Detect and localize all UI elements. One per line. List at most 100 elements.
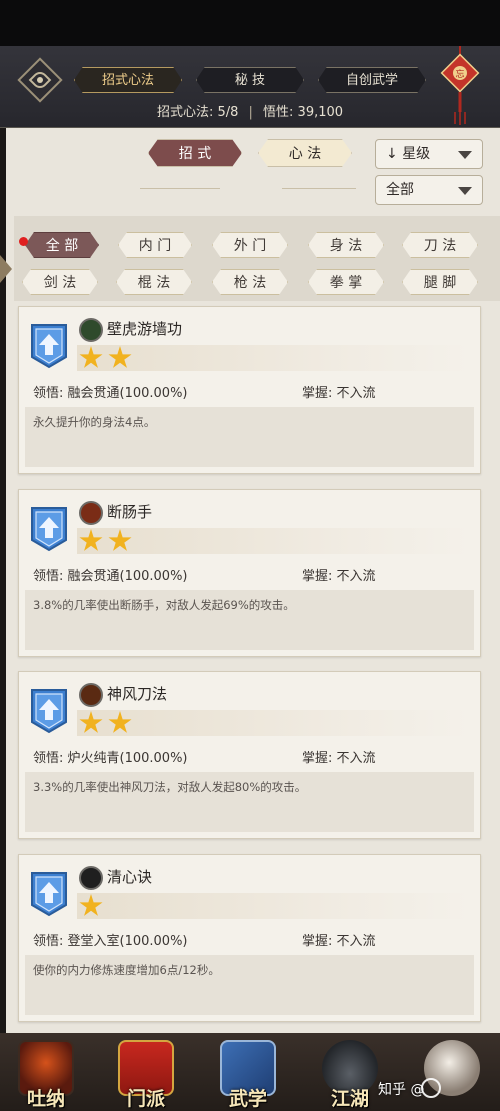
- nav-label: 武学: [228, 1088, 267, 1110]
- blade-skill-icon: [79, 683, 103, 707]
- skill-description: 3.8%的几率使出断肠手，对敌人发起69%的攻击。: [33, 598, 295, 612]
- notification-dot: [19, 237, 28, 246]
- yin-yang-icon: [79, 866, 103, 890]
- comprehension-label: 领悟: 融会贯通(100.00%): [33, 569, 188, 584]
- filter-chip-label: 内 门: [138, 238, 172, 254]
- filter-chip-leg[interactable]: 腿 脚: [402, 269, 478, 295]
- star-rating: [77, 345, 471, 371]
- sort-arrow-icon: ↓: [386, 146, 398, 162]
- comprehension-label: 领悟: 融会贯通(100.00%): [33, 386, 188, 401]
- filter-chip-label: 腿 脚: [423, 275, 457, 291]
- skill-description: 使你的内力修炼速度增加6点/12秒。: [33, 963, 220, 977]
- nav-breathe[interactable]: 吐纳: [6, 1034, 86, 1111]
- filter-chip-label: 身 法: [329, 238, 363, 254]
- filter-chip-blade[interactable]: 刀 法: [402, 232, 478, 258]
- upgrade-badge-icon[interactable]: [29, 688, 69, 734]
- skill-description-box: 3.8%的几率使出断肠手，对敌人发起69%的攻击。: [25, 590, 474, 650]
- nav-label: 吐纳: [26, 1088, 65, 1110]
- star-icon: [108, 346, 132, 368]
- app-root: 招式心法 秘 技 自创武学 忘 招式心法: 5/8 | 悟性: 39,100 招…: [0, 0, 500, 1111]
- skill-description-box: 使你的内力修炼速度增加6点/12秒。: [25, 955, 474, 1015]
- nav-martial[interactable]: 武学: [208, 1034, 288, 1111]
- upgrade-badge-icon[interactable]: [29, 323, 69, 369]
- chevron-down-icon: [458, 151, 472, 159]
- watermark-text: 知乎 @: [378, 1082, 425, 1098]
- toggle-moves[interactable]: 招 式: [148, 139, 242, 167]
- star-icon: [79, 894, 103, 916]
- tab-moves-methods[interactable]: 招式心法: [74, 67, 182, 93]
- mastery-label: 掌握: 不入流: [302, 386, 376, 401]
- nav-horse[interactable]: [412, 1034, 492, 1111]
- star-rating: [77, 893, 471, 919]
- toggle-label: 招 式: [178, 146, 212, 162]
- status-strip: [0, 0, 500, 46]
- filter-chip-label: 棍 法: [137, 275, 171, 291]
- filter-chip-label: 剑 法: [43, 275, 77, 291]
- tab-label: 秘 技: [234, 73, 266, 88]
- filter-chip-inner[interactable]: 内 门: [118, 232, 192, 258]
- filter-select-value: 全部: [386, 182, 414, 198]
- comprehension-label: 领悟: 登堂入室(100.00%): [33, 934, 188, 949]
- skill-name: 壁虎游墙功: [107, 320, 183, 338]
- filter-chip-label: 全 部: [45, 238, 79, 254]
- filter-chip-outer[interactable]: 外 门: [212, 232, 288, 258]
- comprehension-label: 领悟: 炉火纯青(100.00%): [33, 751, 188, 766]
- watermark-logo-icon: [421, 1078, 441, 1098]
- sort-select[interactable]: ↓ 星级: [375, 139, 483, 169]
- tab-secret-skills[interactable]: 秘 技: [196, 67, 304, 93]
- skill-card[interactable]: 神风刀法领悟: 炉火纯青(100.00%) 掌握: 不入流 3.3%的几率使出神风刀…: [18, 671, 481, 839]
- skill-description-box: 3.3%的几率使出神风刀法，对敌人发起80%的攻击。: [25, 772, 474, 832]
- star-icon: [79, 711, 103, 733]
- toggle-label: 心 法: [288, 146, 322, 162]
- star-rating: [77, 528, 471, 554]
- gecko-skill-icon: [79, 318, 103, 342]
- star-icon: [79, 346, 103, 368]
- skill-description: 永久提升你的身法4点。: [33, 415, 156, 429]
- skill-description: 3.3%的几率使出神风刀法，对敌人发起80%的攻击。: [33, 780, 307, 794]
- mastery-label: 掌握: 不入流: [302, 751, 376, 766]
- moves-count: 招式心法: 5/8: [156, 105, 239, 120]
- filter-select[interactable]: 全部: [375, 175, 483, 205]
- star-icon: [108, 529, 132, 551]
- tab-label: 自创武学: [345, 73, 398, 88]
- mastery-label: 掌握: 不入流: [302, 569, 376, 584]
- upgrade-badge-icon[interactable]: [29, 871, 69, 917]
- skill-card[interactable]: 壁虎游墙功领悟: 融会贯通(100.00%) 掌握: 不入流永久提升你的身法4点。: [18, 306, 481, 474]
- tab-label: 招式心法: [101, 73, 154, 88]
- sort-select-value: 星级: [402, 146, 431, 162]
- filter-chip-sword[interactable]: 剑 法: [22, 269, 98, 295]
- info-separator: |: [248, 105, 253, 120]
- upgrade-badge-icon[interactable]: [29, 506, 69, 552]
- skill-name: 神风刀法: [107, 685, 168, 703]
- skill-card[interactable]: 清心诀领悟: 登堂入室(100.00%) 掌握: 不入流使你的内力修炼速度增加6点…: [18, 854, 481, 1022]
- star-icon: [108, 711, 132, 733]
- insight-value: 悟性: 39,100: [263, 105, 344, 120]
- star-rating: [77, 710, 471, 736]
- filter-chip-fist[interactable]: 拳 掌: [308, 269, 384, 295]
- filter-chip-label: 刀 法: [423, 238, 457, 254]
- star-icon: [79, 529, 103, 551]
- ornament-divider: [282, 188, 356, 194]
- skill-card[interactable]: 断肠手领悟: 融会贯通(100.00%) 掌握: 不入流 3.8%的几率使出断肠手，…: [18, 489, 481, 657]
- ornament-divider: [140, 188, 220, 194]
- fist-skill-icon: [79, 501, 103, 525]
- skill-name: 清心诀: [107, 868, 153, 886]
- nav-sect[interactable]: 门派: [106, 1034, 186, 1111]
- mastery-label: 掌握: 不入流: [302, 934, 376, 949]
- filter-chip-label: 外 门: [233, 238, 267, 254]
- filter-chip-staff[interactable]: 棍 法: [116, 269, 192, 295]
- tab-self-created[interactable]: 自创武学: [318, 67, 426, 93]
- filter-chip-spear[interactable]: 枪 法: [212, 269, 288, 295]
- moves-insight-summary: 招式心法: 5/8 | 悟性: 39,100: [0, 101, 500, 120]
- nav-jianghu[interactable]: 江湖: [310, 1034, 390, 1111]
- skill-description-box: 永久提升你的身法4点。: [25, 407, 474, 467]
- chevron-down-icon: [458, 187, 472, 195]
- svg-text:忘: 忘: [455, 68, 464, 80]
- filter-chip-label: 枪 法: [233, 275, 267, 291]
- filter-chip-movement[interactable]: 身 法: [308, 232, 384, 258]
- nav-label: 门派: [126, 1088, 165, 1110]
- toggle-methods[interactable]: 心 法: [258, 139, 352, 167]
- filter-chip-all[interactable]: 全 部: [25, 232, 99, 258]
- filter-chip-label: 拳 掌: [329, 275, 363, 291]
- skill-name: 断肠手: [107, 503, 153, 521]
